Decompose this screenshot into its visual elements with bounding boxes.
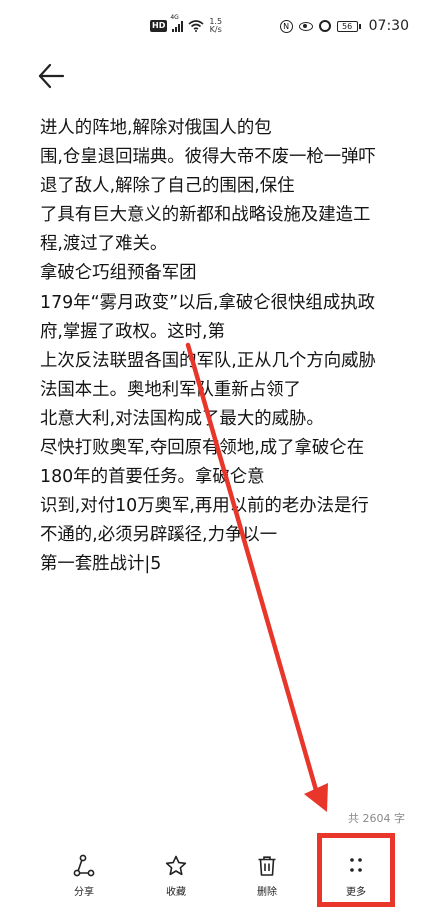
share-icon [73,854,95,877]
back-arrow-icon [38,63,65,89]
status-left: HD 4G 1.5 K/s [150,14,222,38]
favorite-button[interactable]: 收藏 [141,854,211,898]
share-button[interactable]: 分享 [49,854,119,898]
text-line: 尽快打败奥军,夺回原有领地,成了拿破仑在 [40,438,365,459]
text-line: 进人的阵地,解除对俄国人的包 [40,118,272,138]
network-speed: 1.5 K/s [209,18,222,34]
text-line: 180年的首要任务。拿破仑意 [40,467,265,488]
alarm-icon [318,20,331,32]
text-line: 不通的,必须另辟蹊径,力争以一 [40,525,278,546]
share-label: 分享 [74,887,94,898]
text-line: 了具有巨大意义的新都和战略设施及建造工 [40,205,371,226]
wifi-icon [188,20,204,32]
text-line: 退了敌人,解除了自己的围困,保住 [40,176,295,197]
text-line: 围,仓皇退回瑞典。彼得大帝不废一枪一弹吓 [40,147,376,168]
delete-button[interactable]: 删除 [232,854,302,898]
battery-level: 56 [336,20,358,32]
star-icon [165,855,187,876]
status-bar: HD 4G 1.5 K/s N 56 07:30 [0,0,443,52]
favorite-label: 收藏 [166,887,186,898]
speed-unit: K/s [209,25,222,34]
battery-icon: 56 [336,20,361,32]
signal-icon: 4G [170,14,184,32]
note-content[interactable]: 进人的阵地,解除对俄国人的包 围,仓皇退回瑞典。彼得大帝不废一枪一弹吓 退了敌人… [40,114,410,580]
network-type: 4G [170,14,179,21]
status-right: N 56 07:30 [279,14,409,38]
hd-badge: HD [150,20,168,32]
text-line: 179年“雾月政变”以后,拿破仑很快组成执政 [40,292,375,313]
text-line: 北意大利,对法国构成了最大的威胁。 [40,408,324,429]
text-line: 第一套胜战计|5 [40,554,162,575]
clock: 07:30 [368,18,409,34]
eye-comfort-icon [298,21,313,31]
text-line: 识到,对付10万奥军,再用以前的老办法是行 [40,496,369,517]
text-line: 法国本土。奥地利军队重新占领了 [40,379,301,400]
text-line: 程,渡过了难关。 [40,234,168,255]
back-button[interactable] [36,62,70,92]
text-line: 拿破仑巧组预备军团 [40,263,197,284]
word-count: 共 2604 字 [348,812,405,825]
delete-label: 删除 [257,887,277,898]
nfc-icon: N [279,19,293,33]
text-line: 上次反法联盟各国的军队,正从几个方向威胁 [40,350,376,371]
trash-icon [258,856,276,876]
text-line: 府,掌握了政权。这时,第 [40,321,225,342]
highlight-box [317,833,395,907]
